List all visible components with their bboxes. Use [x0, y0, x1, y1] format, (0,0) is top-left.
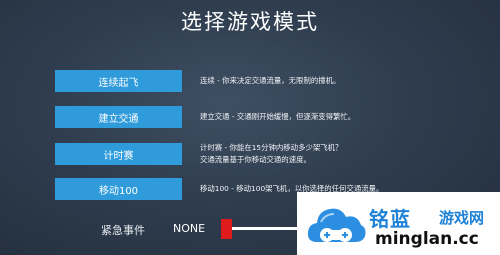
- emergency-events-label: 紧急事件: [101, 224, 145, 237]
- build-traffic-description-line: 建立交通 - 交通刚开始缓慢，但逐渐变得繁忙。: [200, 112, 356, 121]
- build-traffic-description: 建立交通 - 交通刚开始缓慢，但逐渐变得繁忙。: [200, 111, 355, 123]
- build-traffic-button[interactable]: 建立交通: [55, 106, 182, 128]
- cloud-gamepad-icon: [307, 208, 366, 242]
- time-trial-description: 计时赛 - 你能在15分钟内移动多少架飞机？ 交通流量基于你移动交通的速度。: [200, 142, 342, 166]
- page-title: 选择游戏模式: [181, 10, 319, 34]
- continuous-takeoff-button[interactable]: 连续起飞: [55, 70, 182, 92]
- continuous-description-line: 连续 - 你来决定交通流量，无限制的撞机。: [200, 76, 341, 85]
- move-100-button[interactable]: 移动100: [55, 178, 182, 200]
- emergency-slider-knob[interactable]: [221, 219, 232, 239]
- time-trial-description-line-1: 计时赛 - 你能在15分钟内移动多少架飞机？: [200, 143, 343, 152]
- watermark-brand: 铭蓝: [369, 207, 411, 231]
- continuous-description: 连续 - 你来决定交通流量，无限制的撞机。: [200, 75, 340, 87]
- emergency-slider-track[interactable]: [222, 227, 300, 230]
- time-trial-button[interactable]: 计时赛: [55, 143, 182, 165]
- watermark-domain: minglan.cc: [375, 229, 479, 249]
- watermark-logo: 铭蓝 游戏网 minglan.cc: [297, 192, 500, 255]
- watermark-site: 游戏网: [439, 209, 485, 227]
- time-trial-description-line-2: 交通流量基于你移动交通的速度。: [200, 155, 311, 164]
- emergency-events-value: NONE: [173, 222, 206, 235]
